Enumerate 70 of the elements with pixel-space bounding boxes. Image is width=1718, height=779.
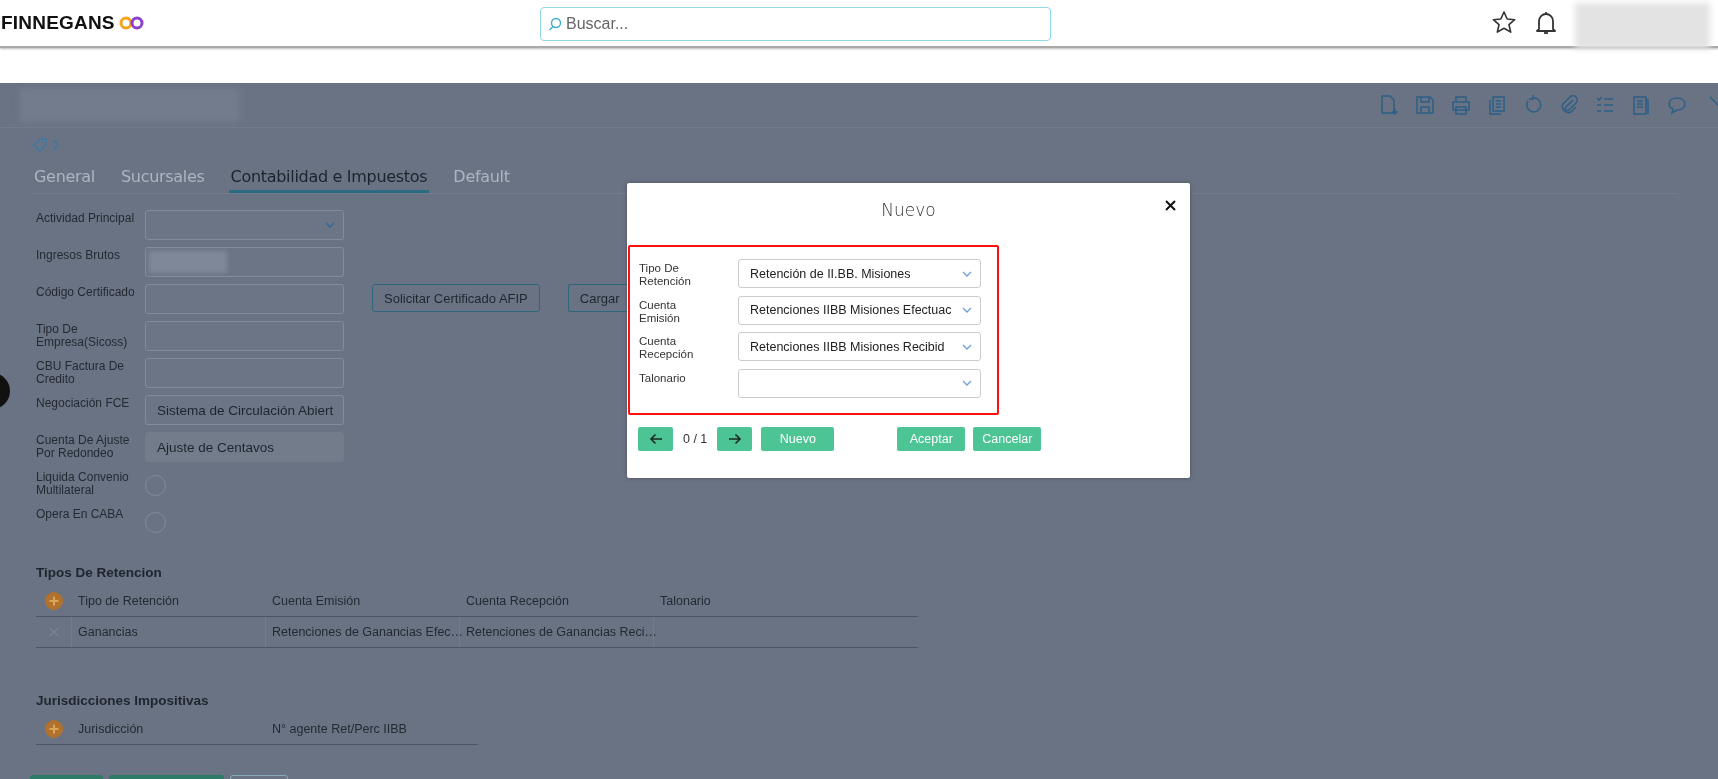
select-field[interactable]: Retenciones IIBB Misiones Recibid [738, 332, 981, 361]
new-button[interactable]: Nuevo [761, 427, 835, 451]
chevron-down-icon [962, 380, 972, 386]
field-label: Cuenta Recepción [639, 334, 695, 361]
add-icon[interactable] [45, 720, 63, 738]
chevron-right-icon[interactable] [53, 139, 59, 151]
tag-icon [33, 138, 47, 152]
column-header: Cuenta Emisión [271, 593, 362, 610]
arrow-left-icon [648, 433, 663, 445]
field-label: Opera En CABA [36, 506, 125, 521]
select-field[interactable]: Retenciones IIBB Misiones Efectuac [738, 295, 981, 325]
field-label: Actividad Principal [36, 210, 136, 225]
select-field[interactable] [145, 210, 344, 240]
select-field[interactable] [738, 368, 981, 398]
field-label: Tipo De Retención [639, 261, 692, 288]
section-title: Tipos De Retencion [36, 565, 163, 580]
column-header: Talonario [659, 593, 712, 610]
user-avatar[interactable] [1575, 3, 1710, 49]
input-field[interactable] [145, 284, 344, 314]
tab[interactable]: General [32, 167, 97, 193]
previous-button[interactable] [638, 427, 673, 451]
tab[interactable]: Contabilidad e Impuestos [228, 167, 430, 193]
logo-text: FINNEGANS [1, 12, 115, 34]
add-icon[interactable] [45, 592, 63, 610]
input-field[interactable]: Sistema de Circulación Abiert [145, 395, 344, 425]
column-header: Jurisdicción [77, 721, 145, 738]
field-label: Tipo De Empresa(Sicoss) [36, 321, 129, 349]
chevron-down-icon [325, 222, 335, 228]
chevron-down-icon [962, 307, 972, 313]
cancel-button[interactable]: Cancelar [973, 427, 1042, 451]
tab[interactable]: Sucursales [118, 167, 207, 193]
column-header: Tipo de Retención [77, 593, 180, 610]
table-cell: Ganancias [72, 617, 266, 647]
request-certificate-button[interactable]: Solicitar Certificado AFIP [372, 284, 540, 312]
next-button[interactable] [717, 427, 753, 451]
search-field[interactable]: Buscar... [540, 7, 1051, 41]
new-document-icon[interactable] [1378, 94, 1400, 116]
speech-bubble-icon[interactable] [1666, 94, 1688, 116]
accept-button[interactable]: Aceptar [897, 427, 966, 451]
field-label: Cuenta Emisión [639, 297, 681, 325]
select-field[interactable]: Retención de II.BB. Misiones [738, 259, 981, 288]
document-icon[interactable] [1630, 94, 1652, 116]
dialog-title: Nuevo [881, 200, 936, 220]
search-icon [548, 17, 562, 31]
table-cell: Retenciones de Ganancias Reci… [460, 617, 654, 647]
column-header: Cuenta Recepción [465, 593, 570, 610]
field-label: Cuenta De Ajuste Por Redondeo [36, 432, 131, 460]
chevron-down-icon [962, 270, 972, 277]
table-cell: Retenciones de Ganancias Efec… [266, 617, 460, 647]
field-label: Ingresos Brutos [36, 247, 122, 262]
rings-logo-icon [118, 15, 145, 31]
field-label: Talonario [639, 370, 687, 385]
column-header: N° agente Ret/Perc IIBB [271, 721, 408, 738]
field-label: Liquida Convenio Multilateral [36, 469, 130, 497]
input-field[interactable] [145, 321, 344, 351]
field-label: Negociación FCE [36, 395, 131, 410]
save-icon[interactable] [1414, 94, 1436, 116]
chevron-down-icon [962, 343, 972, 350]
copy-icon[interactable] [1486, 94, 1508, 116]
section-title: Jurisdicciones Impositivas [36, 693, 210, 708]
record-counter: 0 / 1 [683, 432, 708, 446]
print-icon[interactable] [1450, 94, 1472, 116]
tab[interactable]: Default [451, 167, 512, 193]
bell-icon[interactable] [1535, 10, 1557, 36]
star-icon[interactable] [1491, 10, 1517, 36]
input-field[interactable] [145, 358, 344, 388]
field-label: Código Certificado [36, 284, 136, 299]
input-field[interactable] [145, 247, 344, 277]
field-label: CBU Factura De Credito [36, 358, 126, 386]
arrow-right-icon [727, 433, 742, 445]
